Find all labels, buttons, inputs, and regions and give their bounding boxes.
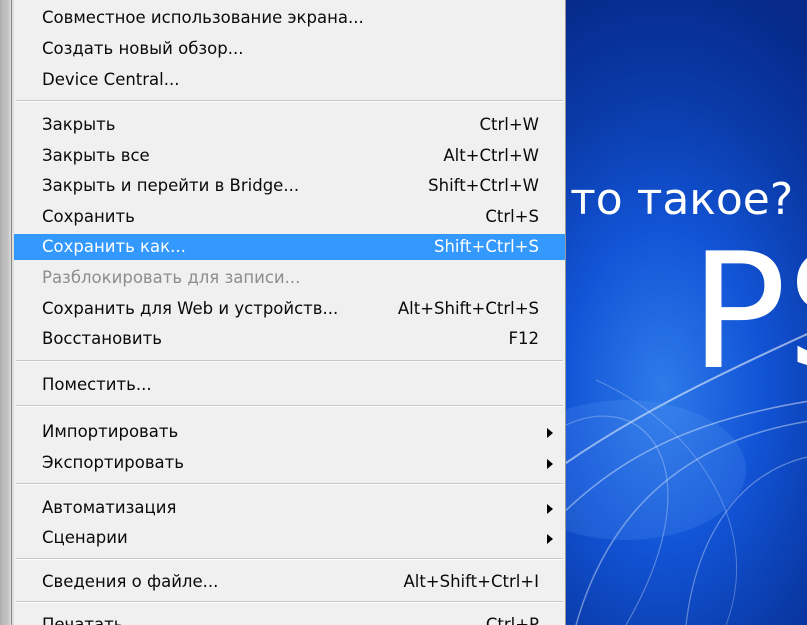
screen: Что такое? PS Совместное использование э… (0, 0, 807, 625)
menu-item-label: Создать новый обзор... (42, 39, 244, 58)
menu-item-shortcut: Alt+Ctrl+W (443, 146, 539, 165)
menu-item-label: Закрыть все (42, 146, 150, 165)
menu-separator (16, 558, 563, 560)
menu-item-label: Поместить... (42, 375, 152, 394)
menu-separator (16, 405, 563, 407)
submenu-arrow-icon (547, 534, 553, 544)
menu-item-label: Сценарии (42, 528, 128, 547)
menu-item-label: Сохранить как... (42, 237, 186, 256)
submenu-arrow-icon (547, 428, 553, 438)
menu-item-export[interactable]: Экспортировать (14, 450, 565, 476)
menu-item-shortcut: Alt+Shift+Ctrl+S (397, 299, 539, 318)
menu-item-label: Закрыть и перейти в Bridge... (42, 176, 300, 195)
menu-item-shortcut: Alt+Shift+Ctrl+I (403, 572, 539, 591)
menu-item-save-for-web[interactable]: Сохранить для Web и устройств... Alt+Shi… (14, 296, 565, 322)
menu-item-shortcut: F12 (508, 329, 540, 348)
menu-item-label: Разблокировать для записи... (42, 268, 301, 287)
menu-item-label: Device Central... (42, 70, 180, 89)
menu-item-label: Совместное использование экрана... (42, 8, 364, 27)
menu-item-shortcut: Ctrl+P (485, 615, 539, 625)
menu-item-label: Закрыть (42, 115, 116, 134)
menu-item-file-info[interactable]: Сведения о файле... Alt+Shift+Ctrl+I (14, 569, 565, 595)
menu-separator (16, 483, 563, 485)
menu-item-shortcut: Ctrl+S (485, 207, 539, 226)
menu-item-save[interactable]: Сохранить Ctrl+S (14, 204, 565, 230)
menu-item-shortcut: Shift+Ctrl+S (434, 237, 539, 256)
menu-item-label: Экспортировать (42, 453, 184, 472)
menu-item-shortcut: Shift+Ctrl+W (428, 176, 539, 195)
menu-item-scripts[interactable]: Сценарии (14, 525, 565, 551)
submenu-arrow-icon (547, 459, 553, 469)
menu-item-shortcut: Ctrl+W (479, 115, 540, 134)
menu-left-border (0, 0, 14, 625)
menu-item-save-as[interactable]: Сохранить как... Shift+Ctrl+S (14, 234, 565, 260)
menu-item-label: Сохранить (42, 207, 135, 226)
menu-item-unlock-for-writing: Разблокировать для записи... (14, 265, 565, 291)
file-menu-dropdown: Совместное использование экрана... Созда… (14, 0, 566, 625)
menu-separator (16, 100, 563, 102)
menu-item-label: Сохранить для Web и устройств... (42, 299, 339, 318)
menu-separator (16, 360, 563, 362)
menu-item-print[interactable]: Печатать... Ctrl+P (14, 612, 565, 625)
menu-item-device-central[interactable]: Device Central... (14, 67, 565, 93)
menu-separator (16, 601, 563, 603)
menu-item-close[interactable]: Закрыть Ctrl+W (14, 112, 565, 138)
menu-item-label: Сведения о файле... (42, 572, 219, 591)
menu-item-import[interactable]: Импортировать (14, 419, 565, 445)
menu-item-screen-sharing[interactable]: Совместное использование экрана... (14, 5, 565, 31)
menu-item-create-review[interactable]: Создать новый обзор... (14, 36, 565, 62)
document-canvas: Что такое? PS (566, 0, 807, 625)
menu-item-label: Автоматизация (42, 498, 177, 517)
menu-item-place[interactable]: Поместить... (14, 372, 565, 398)
menu-item-label: Импортировать (42, 422, 179, 441)
menu-item-revert[interactable]: Восстановить F12 (14, 326, 565, 352)
menu-item-close-all[interactable]: Закрыть все Alt+Ctrl+W (14, 143, 565, 169)
canvas-ps-logo-text: PS (690, 218, 807, 405)
menu-item-automation[interactable]: Автоматизация (14, 495, 565, 521)
menu-item-close-and-go-to-bridge[interactable]: Закрыть и перейти в Bridge... Shift+Ctrl… (14, 173, 565, 199)
submenu-arrow-icon (547, 504, 553, 514)
menu-item-label: Печатать... (42, 615, 140, 625)
menu-item-label: Восстановить (42, 329, 162, 348)
